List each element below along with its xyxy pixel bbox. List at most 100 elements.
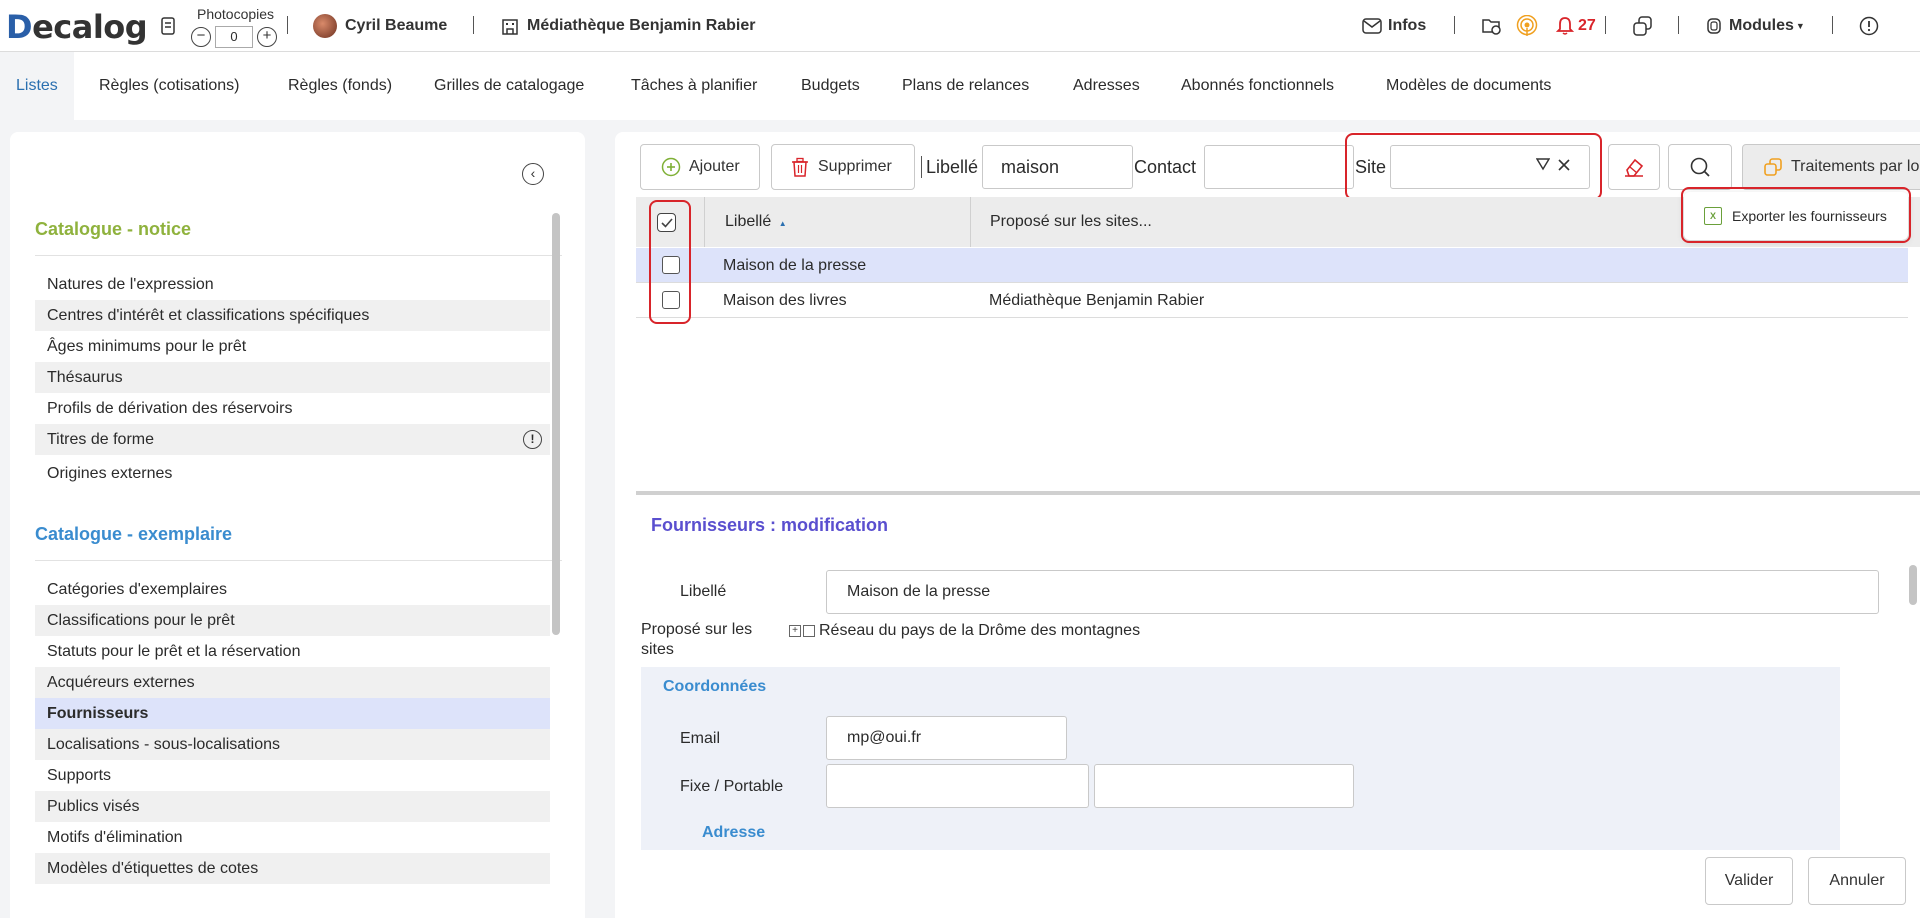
delete-label: Supprimer (818, 158, 892, 175)
tab-regles-fonds[interactable]: Règles (fonds) (288, 52, 392, 120)
sidebar-item[interactable]: Profils de dérivation des réservoirs (35, 393, 550, 424)
sidebar-item[interactable]: Localisations - sous-localisations (35, 729, 550, 760)
libelle-filter-label: Libellé (926, 157, 979, 177)
sidebar-item[interactable]: Natures de l'expression (35, 269, 550, 300)
validate-button[interactable]: Valider (1705, 857, 1793, 905)
divider (35, 255, 562, 256)
windows-icon[interactable] (1631, 14, 1655, 38)
sidebar-item[interactable]: Modèles d'étiquettes de cotes (35, 853, 550, 884)
sidebar-item[interactable]: Catégories d'exemplaires (35, 574, 550, 605)
sidebar-item[interactable]: Motifs d'élimination (35, 822, 550, 853)
sidebar-item[interactable]: Centres d'intérêt et classifications spé… (35, 300, 550, 331)
sidebar-item[interactable]: Supports (35, 760, 550, 791)
email-field[interactable]: mp@oui.fr (826, 716, 1067, 760)
infos-label: Infos (1388, 17, 1427, 34)
search-icon (1689, 156, 1711, 178)
folder-sync-icon[interactable] (1480, 14, 1504, 38)
top-header: Decalog Photocopies − 0 + Cyril Beaume M… (0, 0, 1920, 52)
coordinates-section (641, 667, 1840, 850)
row-libelle: Maison des livres (723, 292, 847, 309)
tab-adresses[interactable]: Adresses (1073, 52, 1140, 120)
separator (1605, 16, 1606, 34)
phone-portable-field[interactable] (1094, 764, 1354, 808)
sidebar-item[interactable]: Âges minimums pour le prêt (35, 331, 550, 362)
library-selector[interactable]: Médiathèque Benjamin Rabier (501, 0, 756, 52)
caret-down-icon: ▼ (1795, 21, 1805, 31)
highlight-box (1681, 187, 1911, 243)
cancel-button[interactable]: Annuler (1808, 857, 1906, 905)
separator (1454, 16, 1455, 34)
sidebar-item-fournisseurs[interactable]: Fournisseurs (35, 698, 550, 729)
separator (1832, 16, 1833, 34)
photocopies-stepper: − 0 + (191, 26, 277, 48)
table-row[interactable]: Maison de la presse (636, 248, 1908, 283)
sidebar-item[interactable]: Statuts pour le prêt et la réservation (35, 636, 550, 667)
library-name: Médiathèque Benjamin Rabier (527, 17, 756, 34)
increment-button[interactable]: + (257, 27, 277, 47)
libelle-filter-input[interactable]: maison (982, 145, 1133, 189)
tab-abonnes-fonctionnels[interactable]: Abonnés fonctionnels (1181, 52, 1334, 120)
tab-plans-relances[interactable]: Plans de relances (902, 52, 1029, 120)
modules-menu[interactable]: Modules ▼ (1705, 0, 1805, 52)
delete-button[interactable]: Supprimer (771, 144, 915, 190)
user-menu[interactable]: Cyril Beaume (313, 0, 447, 52)
column-label: Libellé (725, 213, 772, 230)
user-name: Cyril Beaume (345, 17, 448, 34)
tab-grilles-catalogage[interactable]: Grilles de catalogage (434, 52, 584, 120)
separator (473, 16, 474, 34)
tab-regles-cotisations[interactable]: Règles (cotisations) (99, 52, 240, 120)
section-catalogue-notice: Catalogue - notice (35, 219, 192, 239)
decalog-logo[interactable]: Decalog (6, 8, 148, 46)
tree-item-label: Réseau du pays de la Drôme des montagnes (819, 622, 1141, 639)
phone-label: Fixe / Portable (680, 778, 784, 795)
form-scrollbar[interactable] (1909, 565, 1917, 605)
section-catalogue-exemplaire: Catalogue - exemplaire (35, 524, 233, 544)
expand-icon[interactable]: + (789, 625, 801, 637)
table-row[interactable]: Maison des livres Médiathèque Benjamin R… (636, 283, 1908, 318)
separator (1678, 16, 1679, 34)
sidebar-item-titres-forme[interactable]: Titres de forme ! (35, 424, 550, 455)
main-tabs: Listes Règles (cotisations) Règles (fond… (0, 52, 1920, 120)
sidebar-item[interactable]: Publics visés (35, 791, 550, 822)
decrement-button[interactable]: − (191, 27, 211, 47)
address-title: Adresse (702, 824, 766, 841)
sidebar-item-label: Titres de forme (47, 431, 154, 448)
sites-tree-item[interactable]: + Réseau du pays de la Drôme des montagn… (789, 622, 1140, 640)
collapse-sidebar-button[interactable]: ‹ (522, 163, 544, 185)
photocopy-icon (156, 14, 180, 38)
eraser-icon (1623, 156, 1645, 178)
sidebar-item[interactable]: Thésaurus (35, 362, 550, 393)
reset-filters-button[interactable] (1608, 144, 1660, 190)
broadcast-icon[interactable] (1515, 14, 1539, 38)
tree-checkbox[interactable] (803, 625, 815, 637)
notifications-button[interactable]: 27 (1556, 0, 1596, 52)
pane-splitter[interactable] (636, 491, 1920, 495)
add-button[interactable]: Ajouter (640, 144, 760, 190)
tab-modeles-documents[interactable]: Modèles de documents (1386, 52, 1551, 120)
column-header-libelle[interactable]: Libellé ▲ (725, 197, 787, 247)
bell-icon (1556, 16, 1574, 36)
contact-filter-input[interactable] (1204, 145, 1354, 189)
tab-taches-planifier[interactable]: Tâches à planifier (631, 52, 757, 120)
photocopies-value[interactable]: 0 (215, 26, 253, 48)
sites-label-line2: sites (641, 641, 674, 658)
tab-budgets[interactable]: Budgets (801, 52, 860, 120)
sidebar-scrollbar[interactable] (552, 213, 560, 635)
row-sites: Médiathèque Benjamin Rabier (989, 292, 1205, 309)
sidebar-item[interactable]: Origines externes (35, 458, 550, 489)
infos-button[interactable]: Infos (1362, 0, 1426, 52)
column-separator (970, 197, 971, 247)
divider (35, 560, 562, 561)
modules-label: Modules (1729, 17, 1794, 34)
tab-listes[interactable]: Listes (0, 52, 74, 120)
libelle-input[interactable]: Maison de la presse (826, 570, 1879, 614)
row-libelle: Maison de la presse (723, 257, 867, 274)
highlight-box (649, 200, 691, 324)
sidebar-item[interactable]: Acquéreurs externes (35, 667, 550, 698)
column-header-sites[interactable]: Proposé sur les sites... (990, 197, 1152, 247)
phone-fixe-field[interactable] (826, 764, 1089, 808)
alert-icon[interactable] (1857, 14, 1881, 38)
sidebar-item[interactable]: Classifications pour le prêt (35, 605, 550, 636)
bulk-actions-button[interactable]: Traitements par lo (1742, 144, 1920, 190)
search-button[interactable] (1668, 144, 1732, 190)
